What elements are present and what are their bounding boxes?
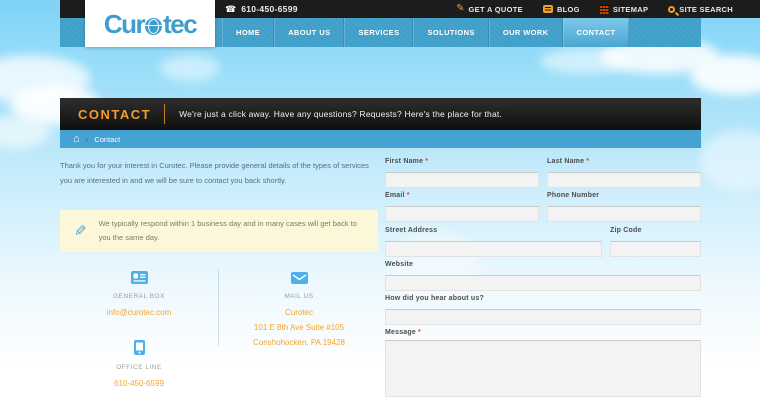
intro-text: Thank you for your interest in Curotec. … <box>60 158 382 188</box>
blog-link[interactable]: BLOG <box>543 5 580 14</box>
email-link[interactable]: info@curotec.com <box>60 305 218 320</box>
address-line[interactable]: 101 E 8th Ave Suite #105 <box>220 320 378 335</box>
phone-link[interactable]: 610-450-6599 <box>60 376 218 391</box>
address-line[interactable]: Curotec <box>220 305 378 320</box>
phone-number-input[interactable] <box>547 206 701 222</box>
pencil-note-icon: ✎ <box>74 222 87 240</box>
cloud-decoration <box>700 130 760 190</box>
field-label: Message* <box>385 329 701 336</box>
address-line[interactable]: Conshohocken, PA 19428 <box>220 335 378 350</box>
required-asterisk: * <box>407 192 410 199</box>
phone-icon: ☎ <box>225 5 236 14</box>
field-email: Email* <box>385 192 539 222</box>
field-label: Phone Number <box>547 192 701 199</box>
pencil-icon: ✎ <box>456 4 464 14</box>
nav-item-about-us[interactable]: ABOUT US <box>274 18 344 47</box>
get-a-quote-link[interactable]: ✎ GET A QUOTE <box>456 4 523 14</box>
site-search-link[interactable]: SITE SEARCH <box>668 5 733 14</box>
search-icon <box>668 6 675 13</box>
last-name-input[interactable] <box>547 172 701 188</box>
quick-link-label: SITE SEARCH <box>679 5 733 14</box>
globe-icon <box>145 18 162 35</box>
mobile-phone-icon <box>134 340 145 360</box>
page-subtitle: We're just a click away. Have any questi… <box>179 109 502 119</box>
breadcrumb-current: Contact <box>94 135 120 144</box>
field-last-name: Last Name* <box>547 158 701 188</box>
logo-text: Curtec <box>104 11 196 37</box>
field-zip-code: Zip Code <box>610 227 701 257</box>
cloud-decoration <box>160 55 220 81</box>
nav-item-services[interactable]: SERVICES <box>344 18 413 47</box>
first-name-input[interactable] <box>385 172 539 188</box>
field-label: Email* <box>385 192 539 199</box>
office-line-card: OFFICE LINE 610-450-6599 <box>60 340 218 391</box>
banner-divider <box>164 104 165 124</box>
quick-link-label: BLOG <box>557 5 580 14</box>
quick-link-label: GET A QUOTE <box>469 5 523 14</box>
required-asterisk: * <box>425 158 428 165</box>
header-phone[interactable]: ☎ 610-450-6599 <box>225 4 298 14</box>
notice-text: We typically respond within 1 business d… <box>99 217 369 245</box>
mail-us-card: MAIL US Curotec 101 E 8th Ave Suite #105… <box>220 271 378 350</box>
field-label: Zip Code <box>610 227 701 234</box>
breadcrumb-separator: › <box>86 135 89 144</box>
quick-link-label: SITEMAP <box>613 5 648 14</box>
field-how-did-you-hear: How did you hear about us? <box>385 295 701 325</box>
info-column-divider <box>218 270 219 346</box>
breadcrumb: ⌂ › Contact <box>60 130 701 148</box>
email-input[interactable] <box>385 206 539 222</box>
page-title: CONTACT <box>78 107 151 122</box>
general-box-label: GENERAL BOX <box>60 293 218 300</box>
grid-icon <box>600 5 609 14</box>
how-did-you-hear-input[interactable] <box>385 309 701 325</box>
field-message: Message* <box>385 329 701 400</box>
field-phone-number: Phone Number <box>547 192 701 222</box>
nav-items: HOME ABOUT US SERVICES SOLUTIONS OUR WOR… <box>222 18 629 47</box>
office-line-label: OFFICE LINE <box>60 364 218 371</box>
required-asterisk: * <box>418 329 421 336</box>
cloud-decoration <box>690 55 760 95</box>
envelope-icon <box>291 271 308 289</box>
website-input[interactable] <box>385 275 701 291</box>
speech-bubble-icon <box>543 5 553 13</box>
nav-item-our-work[interactable]: OUR WORK <box>489 18 563 47</box>
sitemap-link[interactable]: SITEMAP <box>600 5 648 14</box>
response-notice: ✎ We typically respond within 1 business… <box>60 210 378 252</box>
header-phone-number: 610-450-6599 <box>241 4 298 14</box>
zip-code-input[interactable] <box>610 241 701 257</box>
logo[interactable]: Curtec <box>85 0 215 47</box>
required-asterisk: * <box>586 158 589 165</box>
field-label: Website <box>385 261 701 268</box>
field-first-name: First Name* <box>385 158 539 188</box>
nav-item-solutions[interactable]: SOLUTIONS <box>413 18 488 47</box>
nav-item-contact[interactable]: CONTACT <box>563 18 630 47</box>
page: ☎ 610-450-6599 ✎ GET A QUOTE BLOG SITEMA… <box>0 0 760 400</box>
nav-item-home[interactable]: HOME <box>222 18 274 47</box>
id-card-icon <box>131 271 148 289</box>
general-box-card: GENERAL BOX info@curotec.com <box>60 271 218 320</box>
home-icon[interactable]: ⌂ <box>73 134 80 145</box>
field-label: Street Address <box>385 227 602 234</box>
field-label: Last Name* <box>547 158 701 165</box>
field-label: First Name* <box>385 158 539 165</box>
page-title-banner: CONTACT We're just a click away. Have an… <box>60 98 701 130</box>
field-street-address: Street Address <box>385 227 602 257</box>
street-address-input[interactable] <box>385 241 602 257</box>
quick-links: ✎ GET A QUOTE BLOG SITEMAP SITE SEARCH <box>456 4 733 14</box>
field-website: Website <box>385 261 701 291</box>
mail-us-label: MAIL US <box>220 293 378 300</box>
field-label: How did you hear about us? <box>385 295 701 302</box>
message-textarea[interactable] <box>385 340 701 397</box>
cloud-decoration <box>540 48 630 74</box>
